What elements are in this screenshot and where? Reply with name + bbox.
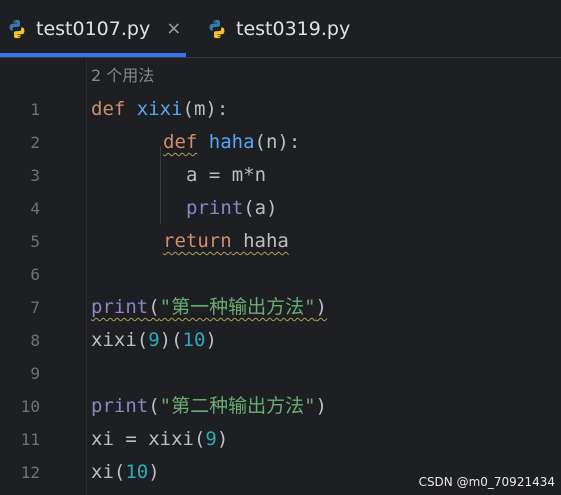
tab-label: test0107.py bbox=[36, 17, 151, 40]
code-line: 5 return haha bbox=[0, 225, 561, 258]
code-text: return haha bbox=[163, 230, 289, 252]
code-text: def haha(n): bbox=[163, 131, 301, 153]
code-line: 10 print("第二种输出方法") bbox=[0, 390, 561, 423]
code-line: 4 print(a) bbox=[0, 192, 561, 225]
code-line: 9 bbox=[0, 357, 561, 390]
line-number: 5 bbox=[30, 232, 40, 251]
line-number: 10 bbox=[20, 397, 40, 416]
line-number: 2 bbox=[30, 133, 40, 152]
code-editor[interactable]: 2 个用法 1 def xixi(m): 2 def haha(n): 3 a … bbox=[0, 58, 561, 495]
code-line: 1 def xixi(m): bbox=[0, 93, 561, 126]
code-line: 8 xixi(9)(10) bbox=[0, 324, 561, 357]
editor-tab-bar: test0107.py × test0319.py bbox=[0, 0, 561, 58]
line-number: 11 bbox=[20, 430, 40, 449]
code-text: xi(10) bbox=[91, 461, 160, 483]
code-text: print("第二种输出方法") bbox=[91, 395, 327, 417]
code-text: print("第一种输出方法") bbox=[91, 296, 327, 318]
watermark: CSDN @m0_70921434 bbox=[418, 475, 555, 489]
code-text: print(a) bbox=[186, 197, 278, 219]
line-number: 8 bbox=[30, 331, 40, 350]
line-number: 12 bbox=[20, 463, 40, 482]
line-number: 9 bbox=[30, 364, 40, 383]
code-line: 3 a = m*n bbox=[0, 159, 561, 192]
usage-hint[interactable]: 2 个用法 bbox=[91, 62, 154, 86]
tab-test0319[interactable]: test0319.py bbox=[200, 0, 370, 57]
code-text: xixi(9)(10) bbox=[91, 329, 217, 351]
close-icon[interactable]: × bbox=[166, 18, 181, 39]
code-text: def xixi(m): bbox=[91, 98, 229, 120]
line-number: 6 bbox=[30, 265, 40, 284]
line-number: 3 bbox=[30, 166, 40, 185]
line-number: 1 bbox=[30, 100, 40, 119]
line-number: 4 bbox=[30, 199, 40, 218]
code-line: 2 def haha(n): bbox=[0, 126, 561, 159]
code-text: xi = xixi(9) bbox=[91, 428, 229, 450]
code-line: 6 bbox=[0, 258, 561, 291]
line-number: 7 bbox=[30, 298, 40, 317]
code-line: 7 print("第一种输出方法") bbox=[0, 291, 561, 324]
tab-test0107[interactable]: test0107.py × bbox=[0, 0, 186, 57]
code-text: a = m*n bbox=[186, 164, 267, 186]
python-icon bbox=[9, 19, 25, 38]
tab-label: test0319.py bbox=[236, 17, 351, 40]
python-icon bbox=[209, 19, 225, 38]
code-line: 11 xi = xixi(9) bbox=[0, 423, 561, 456]
